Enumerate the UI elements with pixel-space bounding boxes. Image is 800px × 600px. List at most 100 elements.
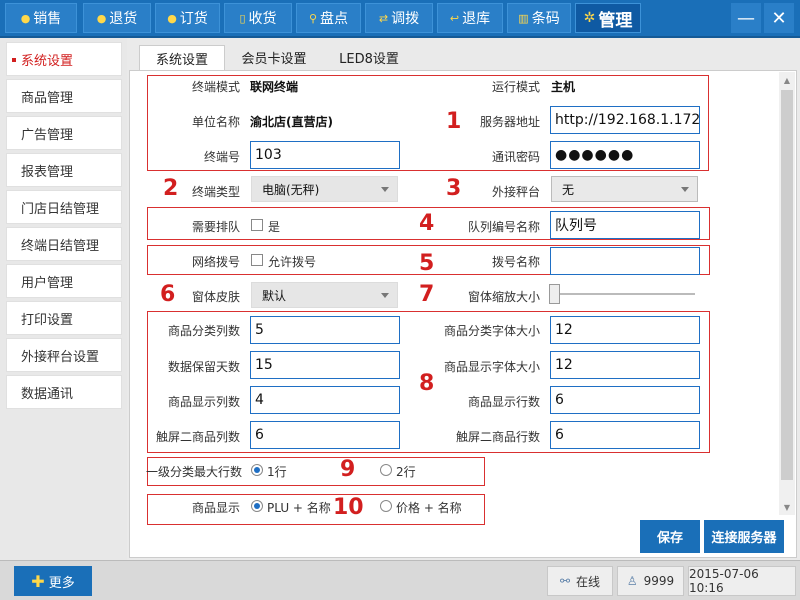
annotation-number-9: 9: [340, 457, 356, 482]
display-plu-label: PLU + 名称: [267, 501, 331, 515]
tab-led8[interactable]: LED8设置: [324, 45, 414, 70]
nav-barcode-button[interactable]: ▥ 条码: [507, 3, 571, 33]
terminal-type-label: 终端类型: [191, 185, 240, 199]
nav-sales-button[interactable]: ● 销售: [5, 3, 77, 33]
tab-system-settings[interactable]: 系统设置: [139, 45, 225, 70]
plus-icon: ✚: [31, 571, 45, 591]
nav-manage-button[interactable]: ✲ 管理: [575, 3, 641, 33]
max-rows-1-radio[interactable]: [251, 464, 263, 476]
close-button[interactable]: ✕: [764, 3, 794, 33]
dial-checkbox[interactable]: [251, 254, 263, 266]
max-rows-1-label: 1行: [267, 465, 287, 479]
keep-days-input[interactable]: 15: [250, 351, 400, 379]
queue-checkbox[interactable]: [251, 219, 263, 231]
chevron-down-icon: [681, 187, 689, 192]
terminal-mode-label: 终端模式: [191, 80, 240, 94]
run-mode-label: 运行模式: [491, 80, 540, 94]
nav-return-button[interactable]: ● 退货: [83, 3, 151, 33]
chevron-down-icon: [381, 187, 389, 192]
gear-icon: ✲: [583, 10, 596, 26]
sidebar-item-goods[interactable]: 商品管理: [6, 79, 122, 113]
nav-order-button[interactable]: ● 订货: [155, 3, 220, 33]
sidebar-item-ads[interactable]: 广告管理: [6, 116, 122, 150]
zoom-slider-thumb[interactable]: [549, 284, 560, 304]
sidebar-item-reports[interactable]: 报表管理: [6, 153, 122, 187]
scale-select[interactable]: 无: [551, 176, 698, 202]
touch-rows-input[interactable]: 6: [550, 421, 700, 449]
terminal-no-input[interactable]: 103: [250, 141, 400, 169]
sidebar-item-terminal-closing[interactable]: 终端日结管理: [6, 227, 122, 261]
datetime-status: 2015-07-06 10:16: [688, 566, 796, 596]
unit-name-value: 渝北店(直营店): [250, 115, 333, 129]
save-button[interactable]: 保存: [640, 520, 700, 553]
max-rows-2-label: 2行: [396, 465, 416, 479]
search-icon: ⚲: [308, 11, 318, 25]
dial-name-label: 拨号名称: [491, 255, 540, 269]
goods-rows-label: 商品显示行数: [467, 395, 540, 409]
circle-icon: ●: [167, 11, 177, 25]
nav-transfer-button[interactable]: ⇄ 调拨: [365, 3, 433, 33]
queue-name-input[interactable]: 队列号: [550, 211, 700, 239]
goods-font-label: 商品显示字体大小: [443, 360, 540, 374]
goods-cols-input[interactable]: 4: [250, 386, 400, 414]
scroll-thumb[interactable]: [781, 90, 793, 480]
comm-pwd-input[interactable]: ●●●●●●: [550, 141, 700, 169]
cat-cols-input[interactable]: 5: [250, 316, 400, 344]
terminal-mode-value: 联网终端: [250, 80, 299, 94]
run-mode-value: 主机: [551, 80, 576, 94]
touch-cols-input[interactable]: 6: [250, 421, 400, 449]
dial-check-label: 允许拨号: [268, 255, 317, 269]
chevron-down-icon: [381, 293, 389, 298]
server-addr-label: 服务器地址: [479, 115, 540, 129]
vertical-scrollbar[interactable]: ▲ ▼: [779, 72, 795, 515]
display-price-label: 价格 + 名称: [396, 501, 462, 515]
connect-server-button[interactable]: 连接服务器: [704, 520, 784, 553]
goods-font-input[interactable]: 12: [550, 351, 700, 379]
transfer-icon: ⇄: [378, 11, 389, 25]
comm-pwd-label: 通讯密码: [491, 150, 540, 164]
scroll-up-icon[interactable]: ▲: [779, 72, 795, 88]
sidebar-item-users[interactable]: 用户管理: [6, 264, 122, 298]
sidebar-item-data-comm[interactable]: 数据通讯: [6, 375, 122, 409]
nav-stock-return-button[interactable]: ↩ 退库: [437, 3, 503, 33]
annotation-number-10: 10: [333, 495, 364, 520]
skin-label: 窗体皮肤: [191, 290, 240, 304]
display-plu-radio[interactable]: [251, 500, 263, 512]
max-rows-2-radio[interactable]: [380, 464, 392, 476]
display-price-radio[interactable]: [380, 500, 392, 512]
link-icon: ⚯: [559, 574, 571, 588]
nav-receive-button[interactable]: ▯ 收货: [224, 3, 292, 33]
goods-rows-input[interactable]: 6: [550, 386, 700, 414]
annotation-number-4: 4: [419, 211, 435, 236]
touch-cols-label: 触屏二商品列数: [155, 430, 240, 444]
dial-label: 网络拨号: [191, 255, 240, 269]
cat-font-input[interactable]: 12: [550, 316, 700, 344]
more-button[interactable]: ✚ 更多: [14, 566, 92, 596]
terminal-no-label: 终端号: [203, 150, 240, 164]
nav-inventory-button[interactable]: ⚲ 盘点: [296, 3, 361, 33]
sidebar-item-print[interactable]: 打印设置: [6, 301, 122, 335]
sidebar-item-store-closing[interactable]: 门店日结管理: [6, 190, 122, 224]
scale-label: 外接秤台: [491, 185, 540, 199]
user-icon: ♙: [626, 574, 638, 588]
zoom-label: 窗体缩放大小: [467, 290, 540, 304]
zoom-slider-track[interactable]: [550, 293, 695, 295]
terminal-type-select[interactable]: 电脑(无秤): [251, 176, 398, 202]
queue-label: 需要排队: [191, 220, 240, 234]
max-rows-label: 一级分类最大行数: [145, 465, 242, 479]
circle-icon: ●: [96, 11, 107, 25]
circle-icon: ●: [20, 11, 31, 25]
scroll-down-icon[interactable]: ▼: [779, 499, 795, 515]
barcode-icon: ▥: [518, 11, 529, 25]
dial-name-input[interactable]: [550, 247, 700, 275]
annotation-number-7: 7: [419, 282, 435, 307]
sidebar-item-system-settings[interactable]: 系统设置: [6, 42, 122, 76]
tab-member-card[interactable]: 会员卡设置: [228, 45, 320, 70]
server-addr-input[interactable]: http://192.168.1.172:8: [550, 106, 700, 134]
touch-rows-label: 触屏二商品行数: [455, 430, 540, 444]
sidebar-item-scale[interactable]: 外接秤台设置: [6, 338, 122, 372]
unit-name-label: 单位名称: [191, 115, 240, 129]
minimize-button[interactable]: —: [731, 3, 761, 33]
goods-cols-label: 商品显示列数: [167, 395, 240, 409]
skin-select[interactable]: 默认: [251, 282, 398, 308]
